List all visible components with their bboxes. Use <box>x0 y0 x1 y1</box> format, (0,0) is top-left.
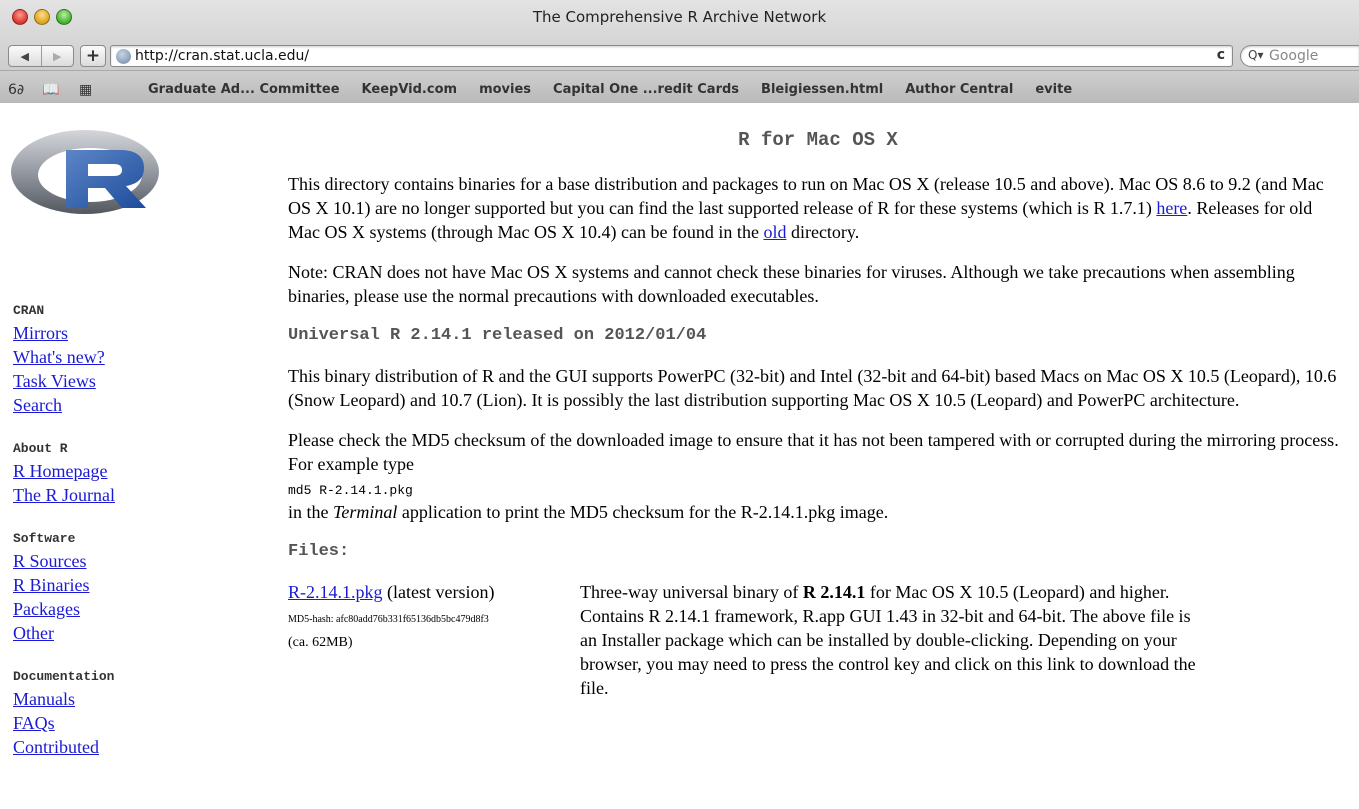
nav-link-search[interactable]: Search <box>13 393 173 417</box>
note-paragraph: Note: CRAN does not have Mac OS X system… <box>288 262 1295 306</box>
nav-link-whats-new[interactable]: What's new? <box>13 345 173 369</box>
top-sites-grid-icon[interactable]: ▦ <box>79 82 92 98</box>
nav-link-r-binaries[interactable]: R Binaries <box>13 573 173 597</box>
nav-link-contributed[interactable]: Contributed <box>13 735 173 759</box>
terminal-app-name: Terminal <box>333 502 398 522</box>
search-placeholder: Google <box>1269 48 1319 64</box>
bookmark-item[interactable]: Author Central <box>905 82 1013 97</box>
nav-link-other[interactable]: Other <box>13 621 173 645</box>
nav-link-faqs[interactable]: FAQs <box>13 711 173 735</box>
add-bookmark-button[interactable]: + <box>80 45 106 67</box>
bookmarks-bar: 6∂ 📖 ▦ Graduate Ad... Committee KeepVid.… <box>0 70 1359 103</box>
file-cell: R-2.14.1.pkg (latest version) MD5-hash: … <box>288 580 580 700</box>
search-field[interactable]: Q▾ Google <box>1240 45 1359 67</box>
old-directory-link[interactable]: old <box>763 222 786 242</box>
intro-text: directory. <box>786 222 860 242</box>
intro-paragraph: This directory contains binaries for a b… <box>288 172 1348 244</box>
address-bar[interactable]: http://cran.stat.ucla.edu/ c <box>110 45 1233 67</box>
nav-link-r-journal[interactable]: The R Journal <box>13 483 173 507</box>
search-icon[interactable]: Q▾ <box>1248 48 1263 62</box>
nav-heading: CRAN <box>13 303 45 318</box>
files-table: R-2.14.1.pkg (latest version) MD5-hash: … <box>288 580 1348 700</box>
release-heading: Universal R 2.14.1 released on 2012/01/0… <box>288 326 707 345</box>
sidebar-nav: CRAN Mirrors What's new? Task Views Sear… <box>13 303 173 783</box>
nav-heading: Documentation <box>13 669 115 684</box>
reading-list-icon[interactable]: 6∂ <box>8 82 24 98</box>
bookmark-item[interactable]: Graduate Ad... Committee <box>148 82 340 97</box>
file-description: Three-way universal binary of R 2.14.1 f… <box>580 580 1200 700</box>
title-bar: The Comprehensive R Archive Network <box>0 0 1359 38</box>
browser-chrome: The Comprehensive R Archive Network ◀ ▶ … <box>0 0 1359 103</box>
files-heading: Files: <box>288 542 350 561</box>
back-arrow-icon: ◀ <box>20 49 29 63</box>
bookmark-item[interactable]: Capital One ...redit Cards <box>553 82 739 97</box>
page-title: R for Mac OS X <box>738 129 898 151</box>
nav-link-task-views[interactable]: Task Views <box>13 369 173 393</box>
bookmark-item[interactable]: KeepVid.com <box>362 82 458 97</box>
reload-icon[interactable]: c <box>1217 47 1225 63</box>
checksum-text: application to print the MD5 checksum fo… <box>397 502 889 522</box>
bookmark-item[interactable]: Bleigiessen.html <box>761 82 883 97</box>
nav-group-about-r: About R R Homepage The R Journal <box>13 441 173 507</box>
md5-command: md5 R-2.14.1.pkg <box>288 483 413 498</box>
forward-arrow-icon: ▶ <box>53 49 62 63</box>
file-md5-hash: MD5-hash: afc80add76b331f65136db5bc479d8… <box>288 614 489 625</box>
file-version-tag: (latest version) <box>382 582 495 602</box>
show-bookmarks-icon[interactable]: 📖 <box>42 82 59 98</box>
forward-button[interactable]: ▶ <box>40 46 74 66</box>
site-favicon-icon <box>116 49 131 64</box>
main-content: R for Mac OS X This directory contains b… <box>288 128 1348 700</box>
nav-link-r-sources[interactable]: R Sources <box>13 549 173 573</box>
checksum-text: Please check the MD5 checksum of the dow… <box>288 430 1339 474</box>
bookmark-items: Graduate Ad... Committee KeepVid.com mov… <box>148 82 1072 97</box>
back-button[interactable]: ◀ <box>9 46 41 66</box>
nav-link-packages[interactable]: Packages <box>13 597 173 621</box>
nav-group-software: Software R Sources R Binaries Packages O… <box>13 531 173 645</box>
address-url[interactable]: http://cran.stat.ucla.edu/ <box>135 48 309 64</box>
here-link[interactable]: here <box>1156 198 1187 218</box>
nav-group-documentation: Documentation Manuals FAQs Contributed <box>13 669 173 759</box>
nav-link-manuals[interactable]: Manuals <box>13 687 173 711</box>
nav-heading: About R <box>13 441 68 456</box>
file-download-link[interactable]: R-2.14.1.pkg <box>288 582 383 602</box>
file-size: (ca. 62MB) <box>288 635 353 650</box>
checksum-text: in the <box>288 502 333 522</box>
checksum-paragraph: Please check the MD5 checksum of the dow… <box>288 428 1348 524</box>
file-desc-text: Three-way universal binary of <box>580 582 803 602</box>
window-title: The Comprehensive R Archive Network <box>532 8 827 26</box>
nav-link-r-homepage[interactable]: R Homepage <box>13 459 173 483</box>
nav-heading: Software <box>13 531 76 546</box>
bookmark-item[interactable]: movies <box>479 82 531 97</box>
file-desc-version: R 2.14.1 <box>802 582 866 602</box>
nav-link-mirrors[interactable]: Mirrors <box>13 321 173 345</box>
release-description: This binary distribution of R and the GU… <box>288 366 1337 410</box>
r-logo[interactable] <box>8 128 162 216</box>
bookmark-item[interactable]: evite <box>1035 82 1072 97</box>
plus-icon: + <box>85 46 101 66</box>
navigation-toolbar: ◀ ▶ + http://cran.stat.ucla.edu/ c Q▾ Go… <box>0 38 1359 70</box>
back-forward-group: ◀ ▶ <box>8 45 74 67</box>
nav-group-cran: CRAN Mirrors What's new? Task Views Sear… <box>13 303 173 417</box>
